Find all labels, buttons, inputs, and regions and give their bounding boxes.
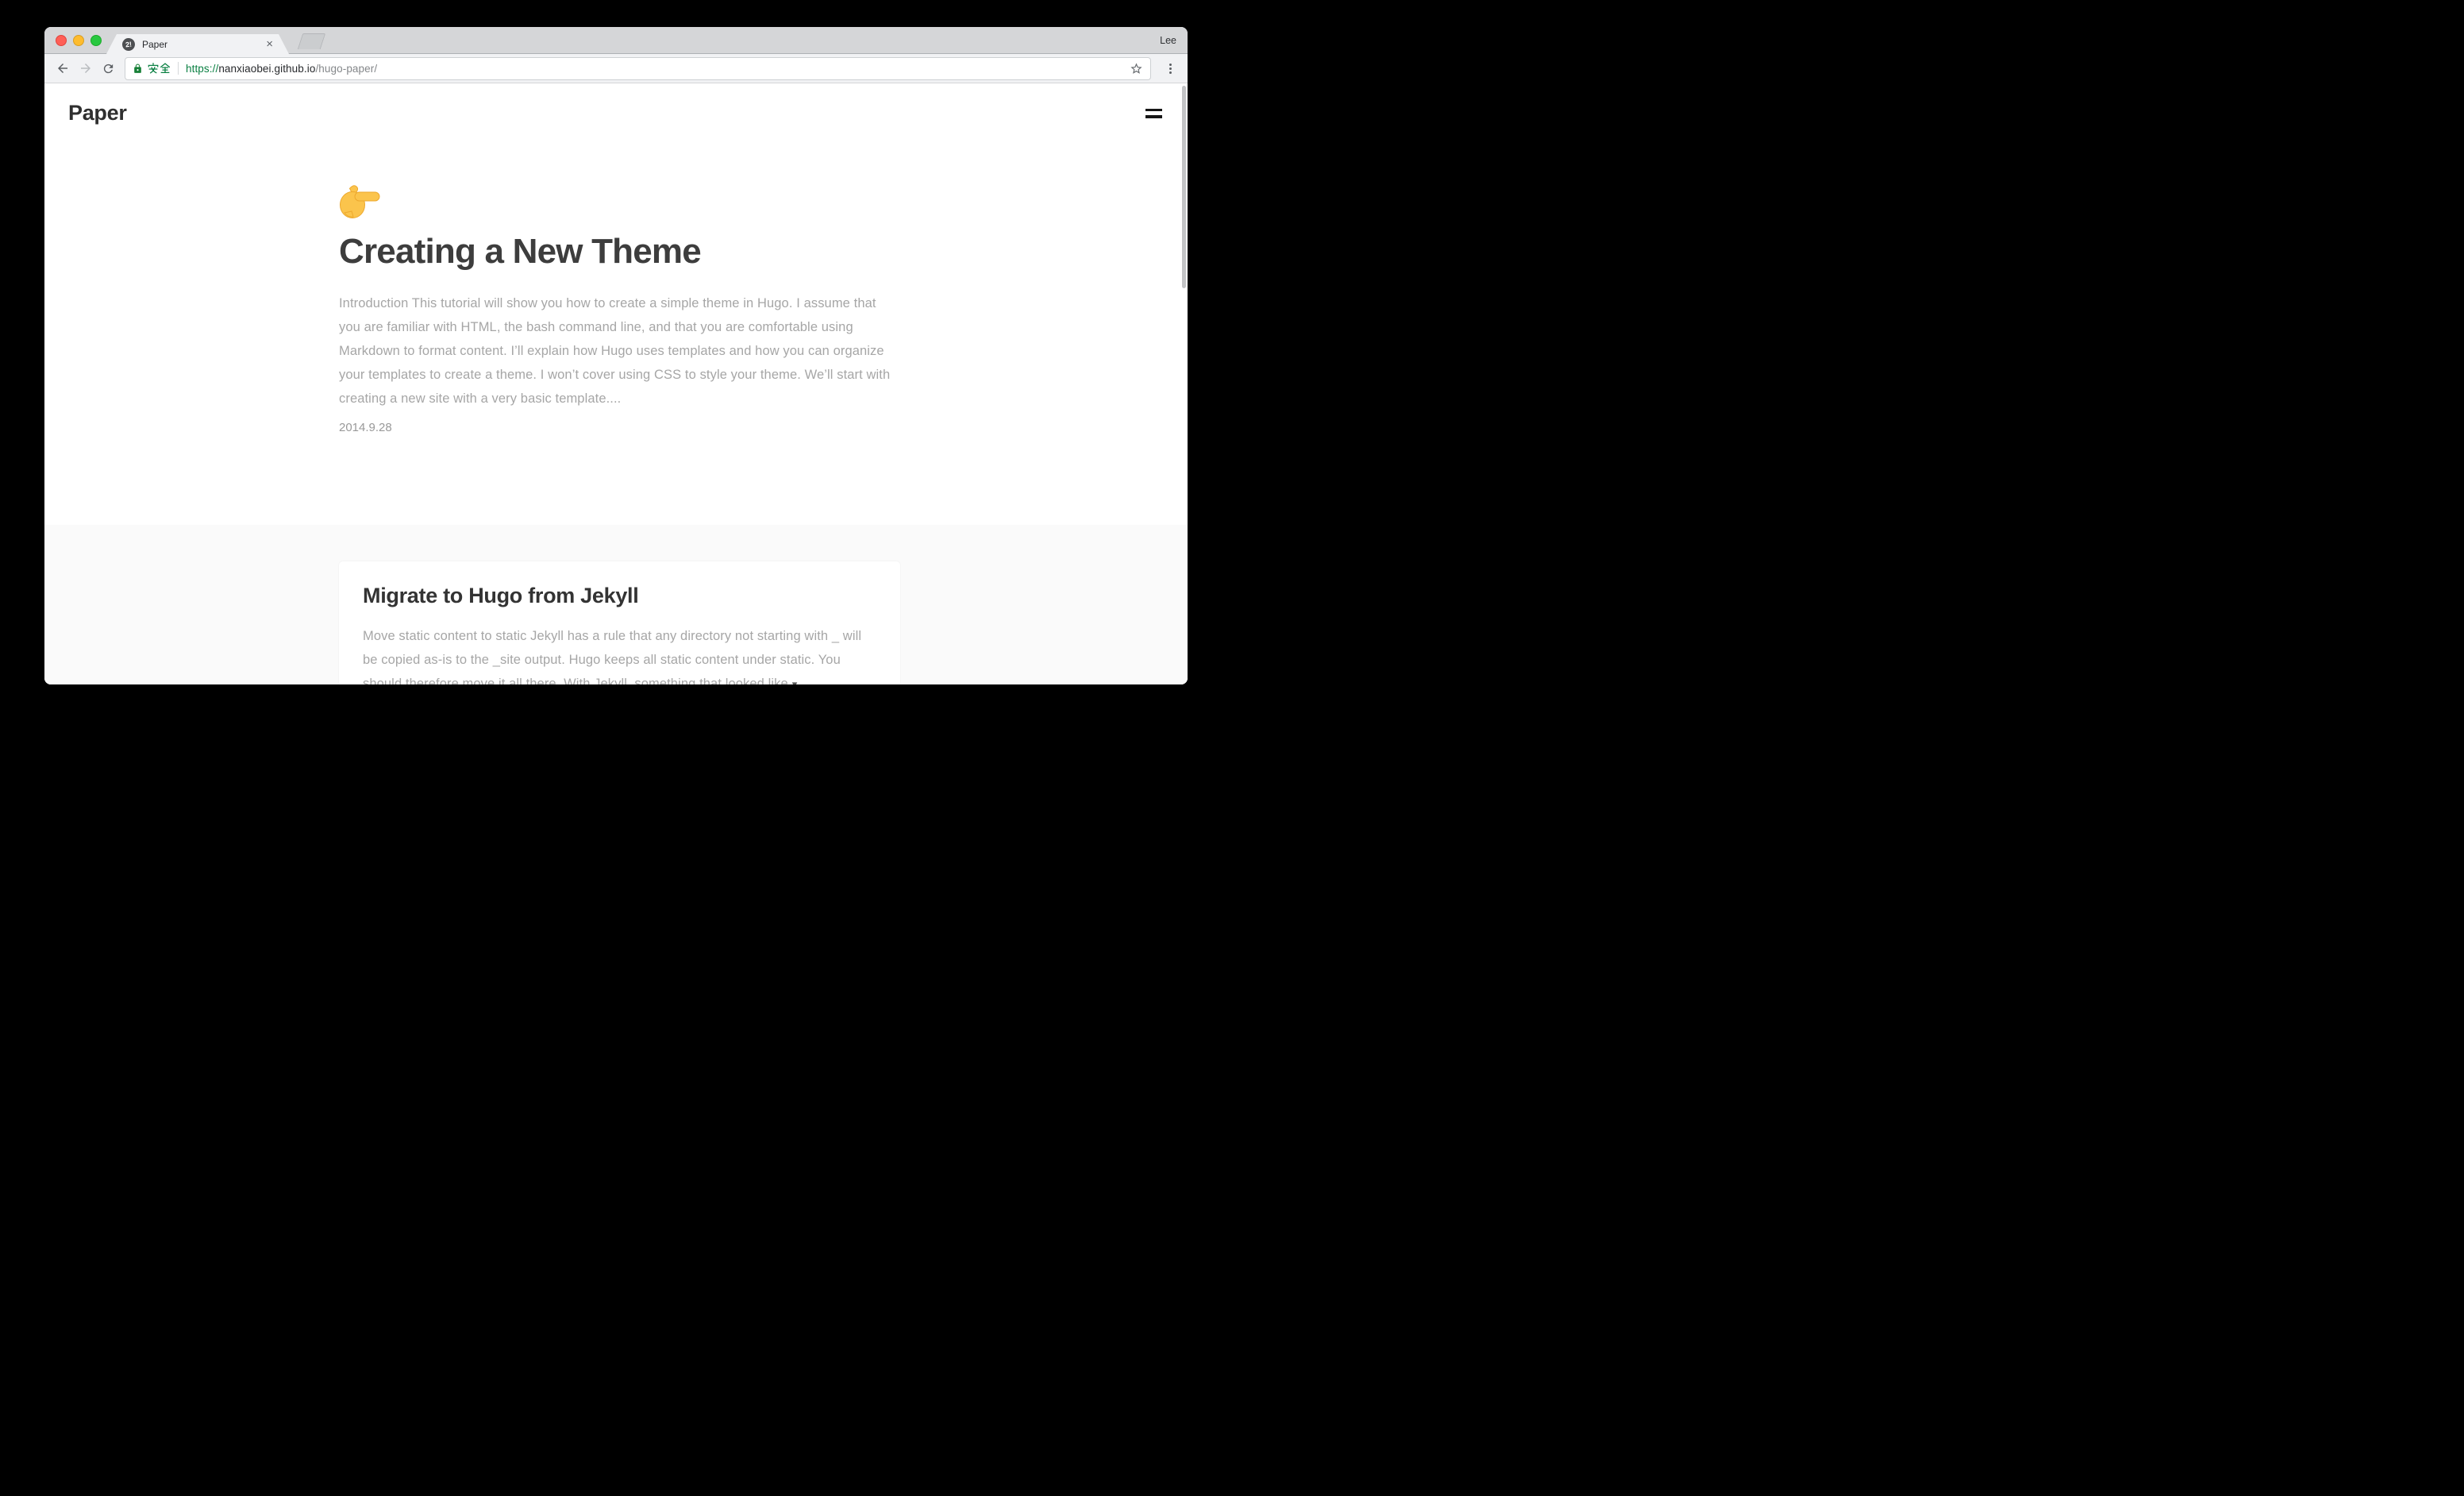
favicon-text: 2!	[125, 40, 132, 48]
expand-marker-icon: ▾	[792, 678, 798, 684]
close-window-button[interactable]	[56, 35, 67, 46]
minimize-window-button[interactable]	[73, 35, 84, 46]
site-title-link[interactable]: Paper	[68, 101, 127, 125]
site-favicon-icon: 2!	[121, 37, 136, 52]
three-dots-icon	[1164, 62, 1177, 75]
back-arrow-icon	[56, 61, 70, 75]
post-item-card[interactable]: Migrate to Hugo from Jekyll Move static …	[339, 561, 900, 684]
forward-arrow-icon	[79, 61, 93, 75]
site-header: Paper	[68, 101, 1162, 125]
url-path: /hugo-paper/	[315, 63, 377, 75]
post-excerpt: Introduction This tutorial will show you…	[339, 291, 896, 411]
reload-icon	[102, 62, 115, 75]
browser-menu-button[interactable]	[1159, 57, 1181, 80]
browser-tab[interactable]: 2! Paper ×	[106, 34, 289, 54]
browser-window: 2! Paper × Lee	[44, 27, 1188, 684]
post-excerpt-text: Move static content to static Jekyll has…	[363, 629, 861, 684]
tab-title: Paper	[142, 39, 261, 50]
post-item-first: Creating a New Theme Introduction This t…	[339, 179, 896, 434]
url-host: nanxiaobei.github.io	[218, 63, 315, 75]
post-title[interactable]: Creating a New Theme	[339, 231, 896, 272]
profile-name[interactable]: Lee	[1160, 35, 1176, 46]
star-icon	[1130, 62, 1143, 75]
window-controls	[56, 27, 102, 54]
browser-toolbar: https://nanxiaobei.github.io/hugo-paper/	[44, 54, 1188, 83]
scrollbar-thumb[interactable]	[1182, 86, 1186, 288]
post-title[interactable]: Migrate to Hugo from Jekyll	[363, 584, 876, 608]
address-bar[interactable]: https://nanxiaobei.github.io/hugo-paper/	[125, 57, 1151, 80]
secure-label-glyph-an	[148, 63, 159, 74]
tab-strip: 2! Paper × Lee	[44, 27, 1188, 54]
back-button[interactable]	[51, 57, 74, 80]
secure-lock-icon	[133, 64, 143, 74]
omnibox-separator	[178, 62, 179, 75]
forward-button[interactable]	[74, 57, 97, 80]
fullscreen-window-button[interactable]	[90, 35, 102, 46]
bookmark-star-button[interactable]	[1130, 62, 1143, 75]
post-excerpt: Move static content to static Jekyll has…	[363, 624, 876, 684]
menu-icon[interactable]	[1145, 105, 1162, 122]
url-scheme: https://	[186, 63, 218, 75]
reload-button[interactable]	[97, 57, 120, 80]
secure-label-glyph-quan	[160, 63, 171, 74]
secure-label	[148, 63, 171, 74]
url-text: https://nanxiaobei.github.io/hugo-paper/	[186, 63, 377, 75]
page-viewport: Paper Creating a New Theme Introduction …	[44, 83, 1188, 684]
post-date: 2014.9.28	[339, 421, 896, 434]
tab-close-icon[interactable]: ×	[261, 38, 273, 51]
new-tab-button[interactable]	[298, 33, 325, 49]
pointing-right-emoji	[339, 179, 383, 223]
